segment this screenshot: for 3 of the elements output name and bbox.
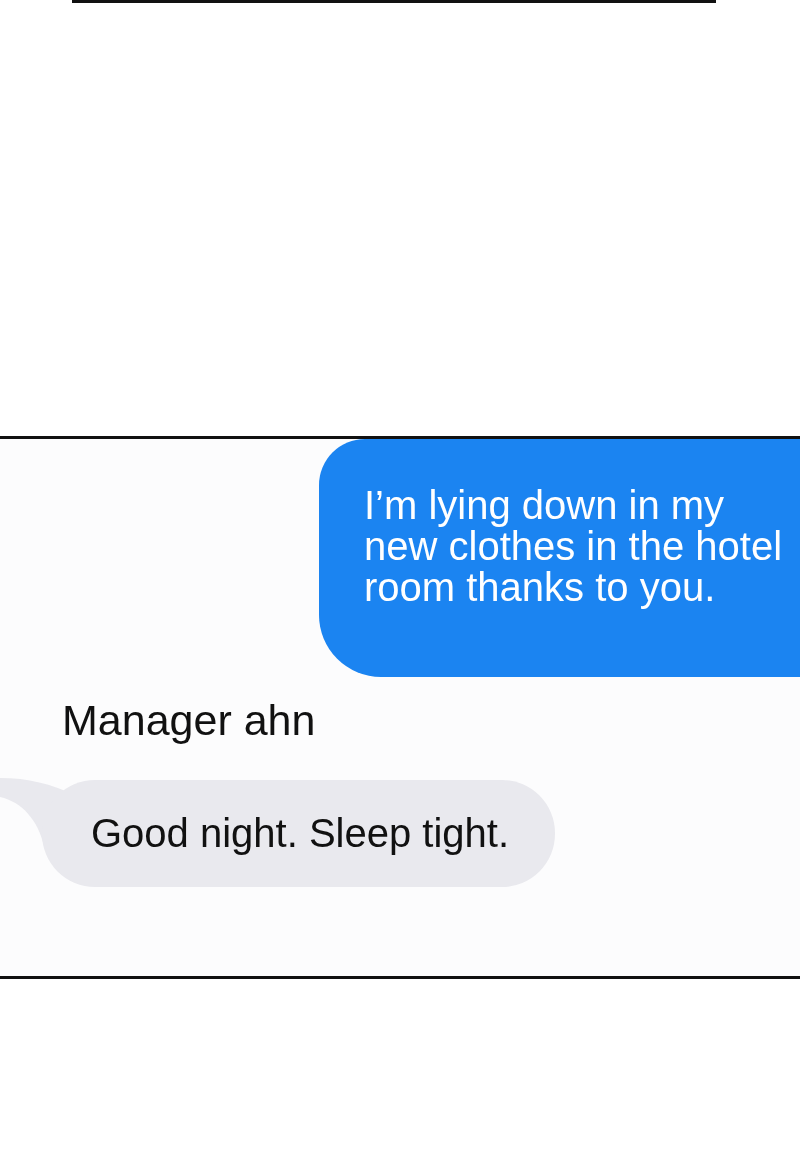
message-text: Good night. Sleep tight.: [91, 810, 510, 856]
sender-name: Manager ahn: [62, 696, 316, 745]
message-text: I’m lying down in my new clothes in the hotel room thanks to you.: [364, 485, 784, 608]
